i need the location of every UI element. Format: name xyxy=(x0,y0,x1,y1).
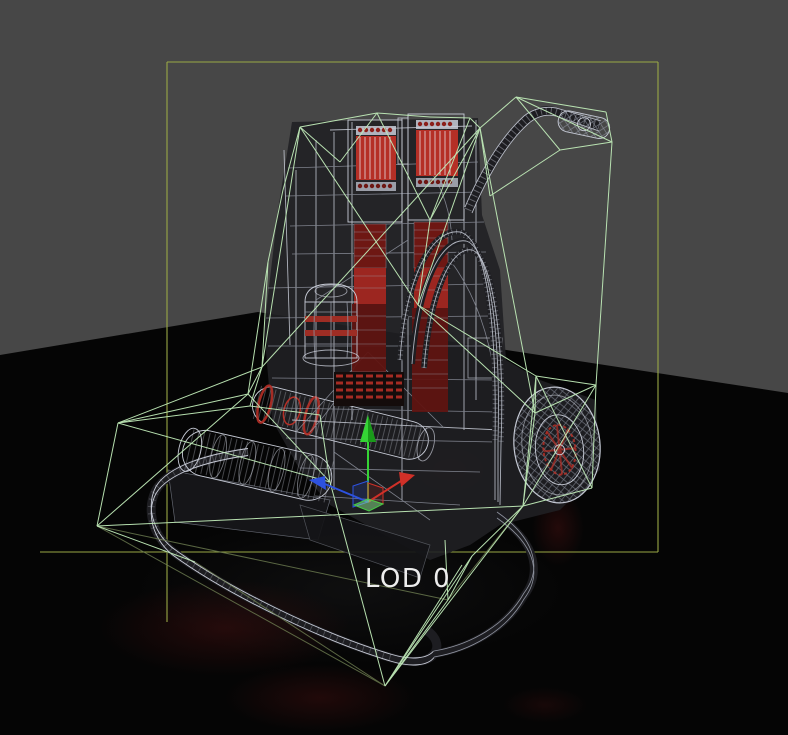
lod-level-label: LOD 0 xyxy=(365,564,451,594)
3d-viewport[interactable]: LOD 0 xyxy=(0,0,788,735)
viewport-canvas[interactable]: LOD 0 xyxy=(0,0,788,735)
cylinder-right-red xyxy=(416,130,458,176)
red-slats xyxy=(334,372,404,406)
